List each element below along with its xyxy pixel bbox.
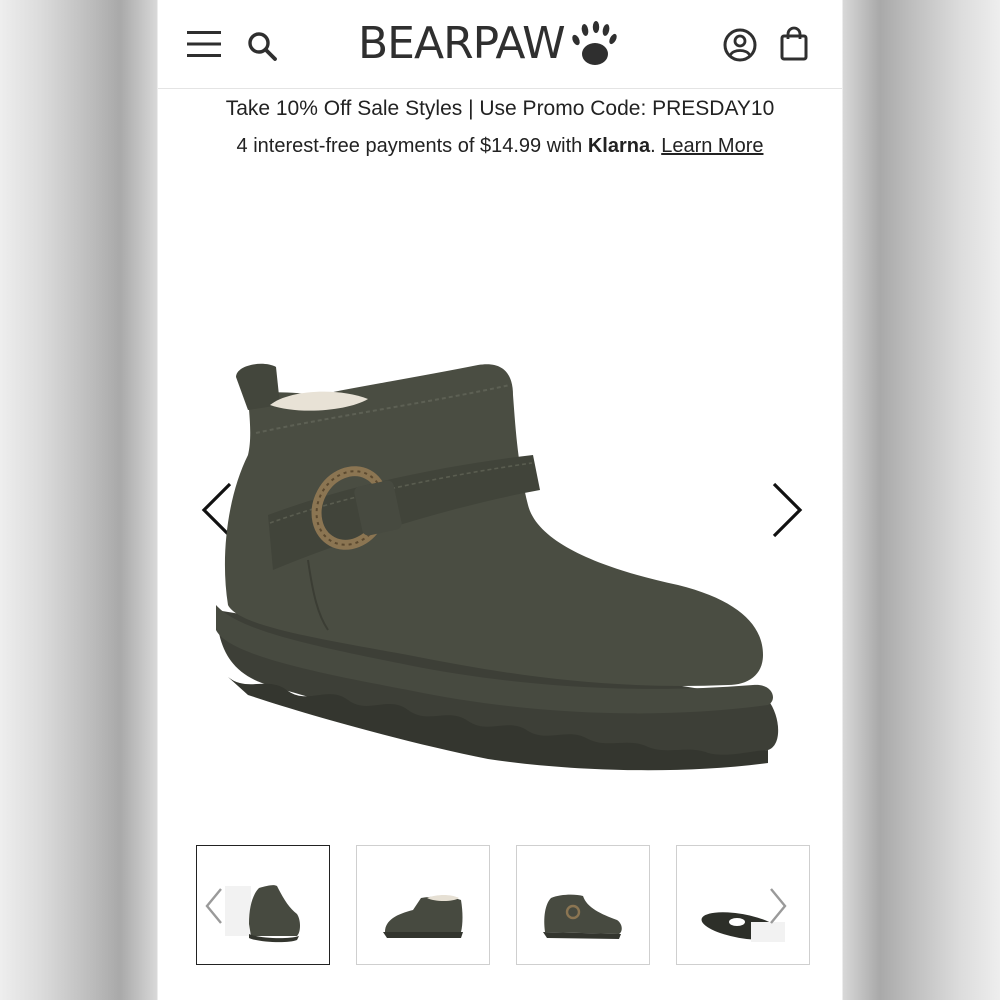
klarna-payment-message: 4 interest-free payments of $14.99 with … (158, 131, 842, 161)
thumbnail-1[interactable] (196, 845, 330, 965)
account-button[interactable] (720, 26, 760, 64)
learn-more-link[interactable]: Learn More (661, 135, 763, 157)
promo-banner: Take 10% Off Sale Styles | Use Promo Cod… (225, 97, 775, 120)
product-boot-image (216, 363, 779, 771)
brand-wordmark: BEARPAW (358, 18, 566, 69)
klarna-brand: Klarna (587, 135, 651, 157)
brand-logo[interactable]: BEARPAW (358, 16, 648, 72)
thumbnail-2[interactable] (356, 845, 490, 965)
site-header: BEARPAW (158, 0, 842, 89)
thumbnail-boot-buckle-image (543, 894, 622, 939)
bear-paw-icon (571, 21, 617, 65)
shopping-bag-icon (780, 26, 808, 61)
search-icon (248, 32, 277, 61)
klarna-prefix: 4 interest-free payments of $14.99 with (236, 135, 588, 157)
klarna-suffix: . (650, 135, 662, 157)
thumbnail-boot-sole-image (701, 912, 785, 942)
product-page: BEARPAW Take 10% Off Sale Styles | Use P… (158, 0, 842, 1000)
thumbnail-strip (196, 845, 812, 969)
menu-button[interactable] (184, 26, 224, 62)
thumbnail-4[interactable] (676, 845, 810, 965)
search-button[interactable] (244, 28, 280, 64)
thumbnail-boot-front-image (383, 895, 463, 938)
thumbnail-3[interactable] (516, 845, 650, 965)
account-icon (723, 28, 757, 62)
cart-button[interactable] (776, 24, 812, 64)
product-image-carousel (158, 330, 842, 790)
thumbnail-prev-arrow-icon[interactable] (203, 886, 225, 926)
hamburger-menu-icon (187, 31, 221, 57)
thumbnail-next-arrow-icon[interactable] (767, 886, 789, 926)
